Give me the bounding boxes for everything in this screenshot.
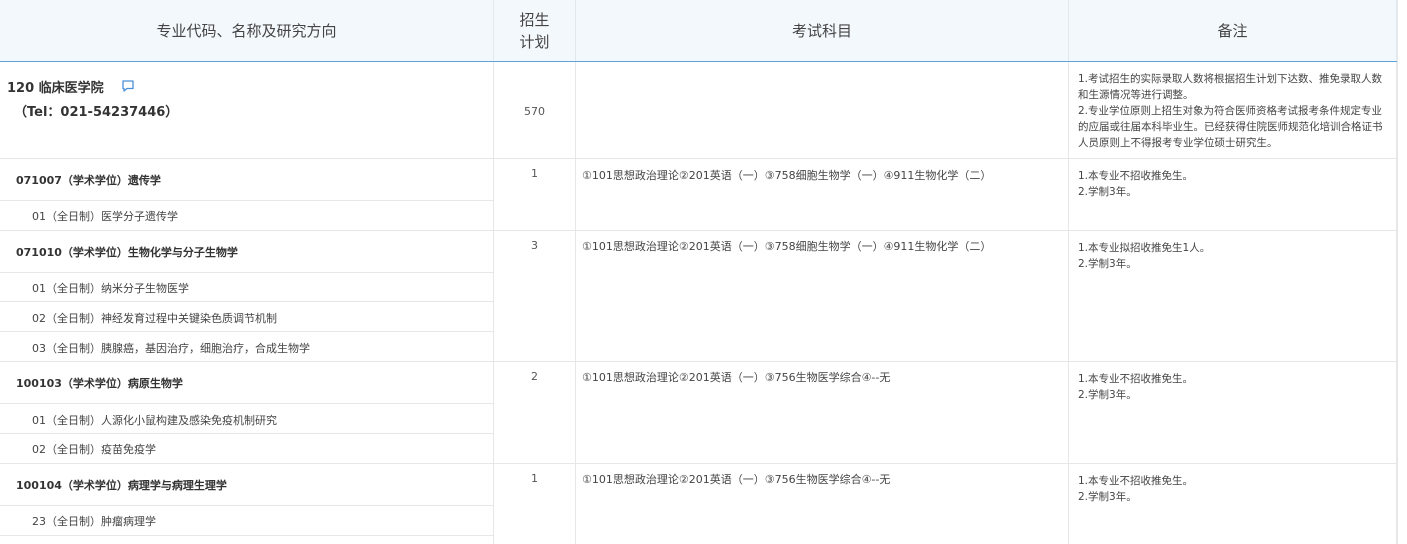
direction-3-2: 02（全日制）疫苗免疫学: [32, 443, 156, 456]
page-right-edge: [1397, 0, 1407, 544]
direction-3-1: 01（全日制）人源化小鼠构建及感染免疫机制研究: [32, 414, 277, 427]
admissions-table: 专业代码、名称及研究方向 招生 计划 考试科目 备注 120 临床医学院 （Te…: [0, 0, 1397, 544]
notes-2: 1.本专业拟招收推免生1人。 2.学制3年。: [1078, 242, 1211, 270]
plan-3: 2: [531, 370, 538, 383]
college-subject-cell: [576, 62, 1069, 159]
college-plan: 570: [524, 105, 545, 118]
major-title-2[interactable]: 071010（学术学位）生物化学与分子生物学: [16, 244, 238, 260]
plan-2: 3: [531, 239, 538, 252]
next-row-stub: [0, 536, 494, 544]
subjects-2: ①101思想政治理论②201英语（一）③758细胞生物学（一）④911生物化学（…: [582, 240, 992, 253]
direction-2-1: 01（全日制）纳米分子生物医学: [32, 282, 189, 295]
header-major: 专业代码、名称及研究方向: [0, 0, 494, 62]
header-major-label: 专业代码、名称及研究方向: [156, 22, 337, 40]
header-plan-line2: 计划: [519, 33, 550, 51]
notes-3: 1.本专业不招收推免生。 2.学制3年。: [1078, 373, 1194, 401]
header-plan-line1: 招生: [519, 11, 550, 29]
subjects-3: ①101思想政治理论②201英语（一）③756生物医学综合④--无: [582, 371, 891, 384]
college-notes: 1.考试招生的实际录取人数将根据招生计划下达数、推免录取人数和生源情况等进行调整…: [1078, 73, 1383, 149]
header-plan-label: 招生 计划: [519, 9, 549, 53]
header-plan: 招生 计划: [494, 0, 576, 62]
subjects-1: ①101思想政治理论②201英语（一）③758细胞生物学（一）④911生物化学（…: [582, 169, 992, 182]
major-title-3[interactable]: 100103（学术学位）病原生物学: [16, 375, 183, 391]
comment-icon[interactable]: [121, 79, 135, 93]
college-tel: （Tel：021-54237446）: [14, 105, 179, 120]
header-subjects: 考试科目: [576, 0, 1069, 62]
direction-1-1: 01（全日制）医学分子遗传学: [32, 210, 178, 223]
notes-4: 1.本专业不招收推免生。 2.学制3年。: [1078, 475, 1194, 503]
direction-2-3: 03（全日制）胰腺癌，基因治疗，细胞治疗，合成生物学: [32, 342, 310, 355]
notes-1: 1.本专业不招收推免生。 2.学制3年。: [1078, 170, 1194, 198]
direction-4-1: 23（全日制）肿瘤病理学: [32, 515, 156, 528]
header-notes-label: 备注: [1217, 22, 1248, 40]
header-notes: 备注: [1069, 0, 1397, 62]
header-subjects-label: 考试科目: [791, 22, 852, 40]
major-title-1[interactable]: 071007（学术学位）遗传学: [16, 172, 161, 188]
subjects-4: ①101思想政治理论②201英语（一）③756生物医学综合④--无: [582, 473, 891, 486]
major-title-4[interactable]: 100104（学术学位）病理学与病理生理学: [16, 477, 227, 493]
plan-4: 1: [531, 472, 538, 485]
direction-2-2: 02（全日制）神经发育过程中关键染色质调节机制: [32, 312, 277, 325]
college-name: 120 临床医学院: [7, 81, 104, 96]
plan-1: 1: [531, 167, 538, 180]
